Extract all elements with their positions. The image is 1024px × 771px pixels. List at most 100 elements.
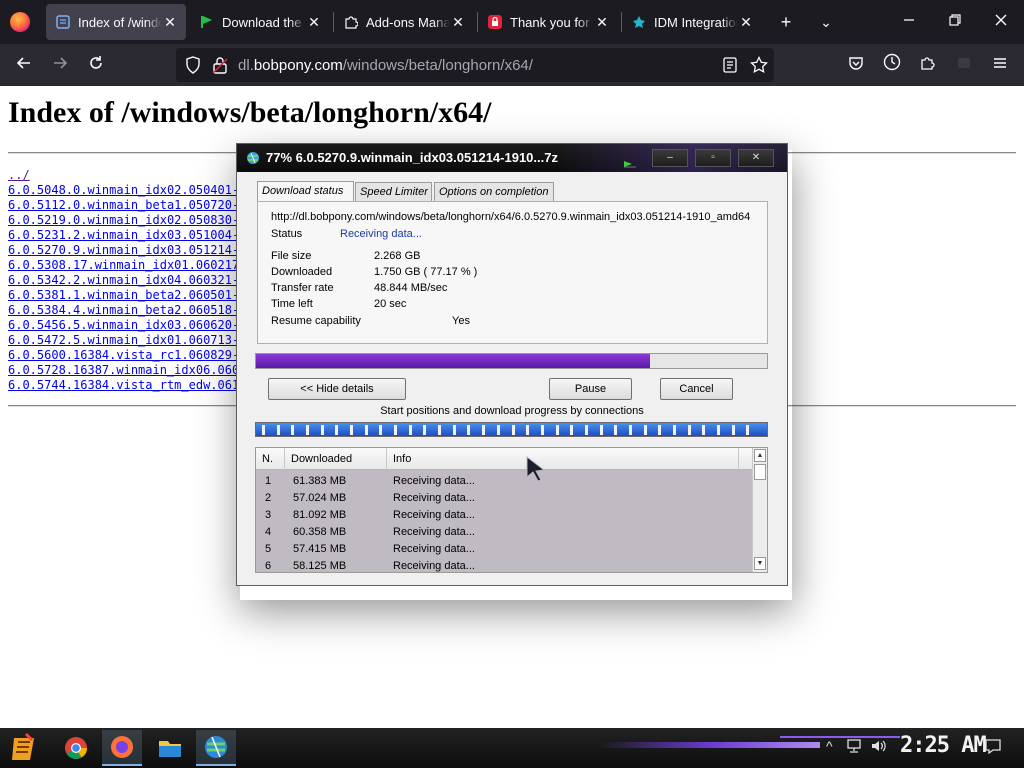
address-bar[interactable]: dl.bobpony.com/windows/beta/longhorn/x64… xyxy=(176,48,774,82)
close-icon[interactable]: ✕ xyxy=(306,14,322,31)
file-link[interactable]: 6.0.5231.2.winmain_idx03.051004-2 xyxy=(8,228,246,243)
start-button[interactable] xyxy=(4,730,44,766)
mouse-cursor-icon xyxy=(526,455,546,487)
new-tab-button[interactable]: + xyxy=(772,8,800,36)
cell-number: 3 xyxy=(265,509,272,521)
tray-overflow-chevron[interactable]: ^ xyxy=(826,738,833,754)
connection-marker xyxy=(379,425,382,435)
url-host: bobpony.com xyxy=(253,57,343,74)
file-link[interactable]: 6.0.5728.16387.winmain_idx06.0609 xyxy=(8,363,246,378)
tab-speed-limiter[interactable]: Speed Limiter xyxy=(355,182,432,201)
pause-button[interactable]: Pause xyxy=(549,378,632,400)
pocket-icon[interactable] xyxy=(842,51,870,79)
tab-options-on-completion[interactable]: Options on completion xyxy=(434,182,554,201)
dialog-maximize-button[interactable]: ▫ xyxy=(695,149,731,167)
connection-marker xyxy=(585,425,588,435)
connection-marker xyxy=(350,425,353,435)
network-icon[interactable] xyxy=(846,738,862,757)
dialog-title-bar[interactable]: 77% 6.0.5270.9.winmain_idx03.051214-1910… xyxy=(237,144,787,172)
forward-arrow-icon[interactable] xyxy=(46,51,74,79)
file-link[interactable]: 6.0.5048.0.winmain_idx02.050401-0 xyxy=(8,183,246,198)
file-link[interactable]: 6.0.5456.5.winmain_idx03.060620-1 xyxy=(8,318,246,333)
table-row[interactable]: 6 58.125 MB Receiving data... xyxy=(256,558,752,572)
tab-addons[interactable]: Add-ons Manager ✕ xyxy=(334,4,474,40)
back-arrow-icon[interactable] xyxy=(10,51,38,79)
tab-title: Add-ons Manager xyxy=(366,14,450,30)
table-scrollbar[interactable]: ▲ ▼ xyxy=(752,448,767,572)
dialog-close-button[interactable]: ✕ xyxy=(738,149,774,167)
tab-download[interactable]: Download the late ✕ xyxy=(190,4,330,40)
hide-details-button[interactable]: << Hide details xyxy=(268,378,406,400)
tab-thank-you[interactable]: Thank you for in ✕ xyxy=(478,4,618,40)
cell-downloaded: 61.383 MB xyxy=(293,475,347,487)
column-header-info[interactable]: Info xyxy=(387,448,739,470)
tab-index-of[interactable]: Index of /windows ✕ xyxy=(46,4,186,40)
idm-taskbar-icon[interactable] xyxy=(196,730,236,766)
reader-view-icon[interactable] xyxy=(722,57,738,78)
connection-marker xyxy=(335,425,338,435)
volume-icon[interactable] xyxy=(870,738,888,757)
scroll-down-arrow-icon[interactable]: ▼ xyxy=(754,557,766,570)
window-minimize-button[interactable] xyxy=(886,0,932,44)
hamburger-menu-icon[interactable] xyxy=(986,51,1014,79)
file-link[interactable]: 6.0.5600.16384.vista_rc1.060829-2 xyxy=(8,348,246,363)
table-row[interactable]: 3 81.092 MB Receiving data... xyxy=(256,507,752,524)
bookmark-star-icon[interactable] xyxy=(750,55,768,79)
idm-download-dialog: 77% 6.0.5270.9.winmain_idx03.051214-1910… xyxy=(236,143,788,586)
file-link[interactable]: 6.0.5472.5.winmain_idx01.060713-1 xyxy=(8,333,246,348)
firefox-logo-icon[interactable] xyxy=(10,12,30,32)
file-list: ../ 6.0.5048.0.winmain_idx02.050401-0 6.… xyxy=(8,168,246,393)
file-link[interactable]: 6.0.5381.1.winmain_beta2.060501-1 xyxy=(8,288,246,303)
file-link[interactable]: 6.0.5342.2.winmain_idx04.060321-1 xyxy=(8,273,246,288)
connection-marker xyxy=(497,425,500,435)
firefox-taskbar-icon[interactable] xyxy=(102,730,142,766)
table-row[interactable]: 1 61.383 MB Receiving data... xyxy=(256,473,752,490)
tab-download-status[interactable]: Download status xyxy=(257,181,354,201)
table-row[interactable]: 2 57.024 MB Receiving data... xyxy=(256,490,752,507)
file-link[interactable]: 6.0.5308.17.winmain_idx01.060217- xyxy=(8,258,246,273)
account-icon[interactable] xyxy=(878,51,906,79)
file-link[interactable]: 6.0.5112.0.winmain_beta1.050720-1 xyxy=(8,198,246,213)
connection-marker xyxy=(306,425,309,435)
extensions-puzzle-icon[interactable] xyxy=(914,51,942,79)
column-header-number[interactable]: N. xyxy=(256,448,285,470)
scroll-up-arrow-icon[interactable]: ▲ xyxy=(754,449,766,462)
close-icon[interactable]: ✕ xyxy=(738,14,754,31)
dialog-minimize-button[interactable]: – xyxy=(652,149,688,167)
cell-downloaded: 81.092 MB xyxy=(293,509,347,521)
close-icon[interactable]: ✕ xyxy=(162,14,178,31)
downloaded-label: Downloaded xyxy=(271,266,333,278)
notifications-icon[interactable] xyxy=(984,738,1002,757)
file-link[interactable]: 6.0.5744.16384.vista_rtm_edw.0610 xyxy=(8,378,246,393)
window-close-button[interactable] xyxy=(978,0,1024,44)
window-restore-button[interactable] xyxy=(932,0,978,44)
tracking-protection-shield-icon[interactable] xyxy=(185,56,201,79)
file-link[interactable]: 6.0.5219.0.winmain_idx02.050830-2 xyxy=(8,213,246,228)
cancel-button[interactable]: Cancel xyxy=(660,378,733,400)
page-icon xyxy=(56,15,70,29)
close-icon[interactable]: ✕ xyxy=(450,14,466,31)
column-header-downloaded[interactable]: Downloaded xyxy=(285,448,387,470)
extension-dark-icon[interactable] xyxy=(950,51,978,79)
insecure-lock-icon[interactable] xyxy=(212,56,228,79)
connection-marker xyxy=(629,425,632,435)
taskbar-clock[interactable]: 2:25 AM xyxy=(900,733,987,758)
speed-arrow-icon xyxy=(623,156,637,174)
reload-icon[interactable] xyxy=(82,51,110,79)
table-row[interactable]: 5 57.415 MB Receiving data... xyxy=(256,541,752,558)
chrome-icon[interactable] xyxy=(56,730,96,766)
tab-title: Index of /windows xyxy=(78,14,162,30)
file-explorer-icon[interactable] xyxy=(150,730,190,766)
url-text[interactable]: dl.bobpony.com/windows/beta/longhorn/x64… xyxy=(238,57,533,74)
file-link[interactable]: 6.0.5270.9.winmain_idx03.051214-1 xyxy=(8,243,246,258)
table-row[interactable]: 4 60.358 MB Receiving data... xyxy=(256,524,752,541)
parent-directory-link[interactable]: ../ xyxy=(8,168,246,183)
connection-marker xyxy=(717,425,720,435)
list-all-tabs-button[interactable]: ⌄ xyxy=(812,8,840,36)
connection-marker xyxy=(702,425,705,435)
close-icon[interactable]: ✕ xyxy=(594,14,610,31)
file-link[interactable]: 6.0.5384.4.winmain_beta2.060518-1 xyxy=(8,303,246,318)
file-size-label: File size xyxy=(271,250,312,262)
tab-idm-integration[interactable]: IDM Integration ✕ xyxy=(622,4,762,40)
scroll-thumb[interactable] xyxy=(754,464,766,480)
